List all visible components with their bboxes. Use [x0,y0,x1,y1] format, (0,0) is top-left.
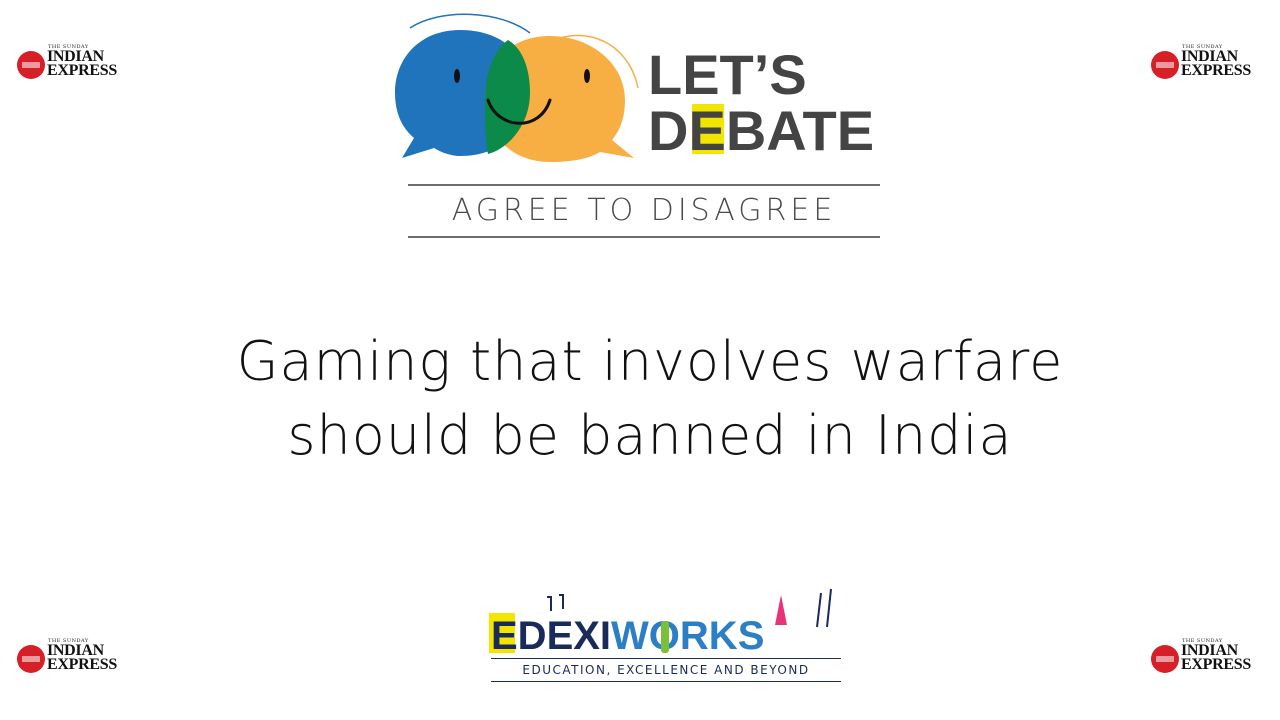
title-letter-d: D [648,99,688,162]
masthead-line2: EXPRESS [1181,62,1251,79]
right-eye-icon [584,69,590,83]
masthead-line2: EXPRESS [47,62,117,79]
logo-text-works: WORKS [611,614,764,658]
debate-topic-line2: should be banned in India [287,404,1013,467]
pens-icon [816,588,832,628]
header-tagline: AGREE TO DISAGREE [408,184,880,238]
title-letter-e: E [688,99,725,162]
indian-express-emblem-icon [17,51,45,79]
indian-express-emblem-icon [1151,51,1179,79]
dancer-icon [775,595,787,625]
music-notes-icon [547,594,564,611]
indian-express-logo-bottom-right: THE SUNDAY INDIAN EXPRESS [1151,638,1263,673]
indian-express-emblem-icon [17,645,45,673]
indian-express-logo-top-left: THE SUNDAY INDIAN EXPRESS [17,44,129,79]
left-eye-icon [454,69,460,83]
sketch-line-icon [409,13,531,34]
title-letters-bate: BATE [726,99,874,162]
title-line2: DEBATE [648,99,874,162]
indian-express-emblem-icon [1151,645,1179,673]
masthead-line2: EXPRESS [1181,656,1251,673]
masthead-line2: EXPRESS [47,656,117,673]
test-tube-icon [661,621,669,653]
title-line1: LET’S [648,43,807,106]
debate-topic-line1: Gaming that involves warfare [236,330,1064,393]
logo-text: EDEXIWORKS [491,614,764,658]
indian-express-logo-bottom-left: THE SUNDAY INDIAN EXPRESS [17,638,129,673]
indian-express-logo-top-right: THE SUNDAY INDIAN EXPRESS [1151,44,1263,79]
logo-text-edexi: EDEXI [491,614,611,658]
debate-topic: Gaming that involves warfare should be b… [100,325,1200,473]
footer-tagline: EDUCATION, EXCELLENCE AND BEYOND [491,658,841,682]
